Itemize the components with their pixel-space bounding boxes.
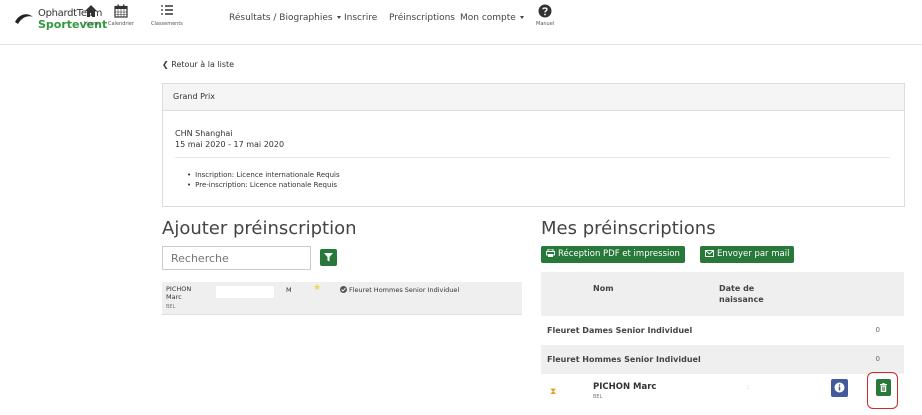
check-circle-icon [340,286,347,293]
search-input[interactable] [162,246,311,270]
event-group-name: Fleuret Hommes Senior Individuel [547,355,701,364]
menu-results[interactable]: Résultats / Biographies [229,13,341,23]
event-group-count: 0 [875,355,880,363]
top-navbar: OphardtTeam Sportevent Home Calendrier C… [0,0,922,45]
athlete-birthdate-field[interactable] [215,285,275,299]
add-preregistration-title: Ajouter préinscription [162,218,357,239]
nav-calendar-label: Calendrier [108,21,134,27]
entry-athlete-name: PICHON Marc [593,382,657,392]
competition-type: Grand Prix [163,84,904,111]
calendar-icon [114,4,128,18]
competition-location: CHN Shanghai [175,129,233,138]
pdf-print-button[interactable]: Réception PDF et impression [541,246,685,263]
column-header-birthdate: Date de naissance [719,283,764,305]
back-to-list-label: Retour à la liste [171,60,235,69]
entry-athlete-country: BEL [593,394,603,400]
menu-register-label: Inscrire [344,13,378,23]
athlete-event: Fleuret Hommes Senior Individuel [349,286,460,294]
filter-icon [324,253,333,262]
preregistration-table-header: Nom Date de naissance [541,272,904,316]
event-group-name: Fleuret Dames Senior Individuel [547,326,693,335]
send-mail-label: Envoyer par mail [717,249,790,259]
nav-rankings-label: Classements [151,21,183,27]
athlete-last-name: PICHON [166,285,192,293]
menu-preregistrations[interactable]: Préinscriptions [389,13,455,23]
competition-panel: Grand Prix CHN Shanghai 15 mai 2020 - 17… [162,83,905,207]
column-header-birthdate-line1: Date de [719,284,755,293]
pdf-print-label: Réception PDF et impression [558,249,680,259]
info-button[interactable] [831,379,848,397]
filter-button[interactable] [320,249,337,266]
menu-account[interactable]: Mon compte [460,13,524,23]
divider [175,157,890,158]
license-item: Inscription: Licence internationale Requ… [187,170,340,180]
menu-account-label: Mon compte [460,13,516,23]
nav-help-label: Manuel [536,21,555,27]
nav-home[interactable]: Home [84,4,99,27]
event-group-row: Fleuret Hommes Senior Individuel 0 [541,345,904,375]
menu-register[interactable]: Inscrire [344,13,377,23]
back-to-list-link[interactable]: ❮ Retour à la liste [162,60,234,69]
athlete-gender: M [286,286,292,294]
envelope-icon [705,250,714,257]
trash-icon [880,383,887,392]
star-icon: ★ [313,283,322,293]
competition-dates: 15 mai 2020 - 17 mai 2020 [175,140,285,149]
nav-rankings[interactable]: Classements [151,4,183,27]
printer-icon [546,249,555,257]
list-ordered-icon [160,5,173,15]
nav-calendar[interactable]: Calendrier [108,4,134,27]
hourglass-icon: ⧗ [550,387,557,397]
column-header-birthdate-line2: naissance [719,295,764,304]
entry-birthdate: : [747,384,750,391]
event-group-count: 0 [875,326,880,334]
chevron-left-icon: ❮ [162,60,169,69]
my-preregistrations-title: Mes préinscriptions [541,218,716,239]
athlete-first-name: Marc [166,293,182,301]
help-circle-icon [538,4,552,18]
home-icon [85,5,98,17]
license-requirements: Inscription: Licence internationale Requ… [187,170,340,190]
preregistration-entry-row: ⧗ PICHON Marc BEL : [541,372,904,415]
delete-button[interactable] [876,379,891,396]
info-circle-icon [834,382,845,393]
license-item: Pre-inscription: Licence nationale Requi… [187,180,340,190]
menu-results-label: Résultats / Biographies [229,13,333,23]
caret-down-icon [519,16,524,19]
caret-down-icon [336,16,341,19]
athlete-result-row[interactable]: PICHON Marc BEL M ★ Fleuret Hommes Senio… [162,282,522,315]
nav-help[interactable]: Manuel [536,4,554,27]
column-header-name: Nom [593,284,614,293]
menu-preregistrations-label: Préinscriptions [389,13,455,23]
athlete-country: BEL [166,304,176,310]
send-mail-button[interactable]: Envoyer par mail [700,246,795,263]
brand-swoosh-icon [15,14,33,24]
event-group-row: Fleuret Dames Senior Individuel 0 [541,316,904,346]
nav-home-label: Home [84,21,99,27]
